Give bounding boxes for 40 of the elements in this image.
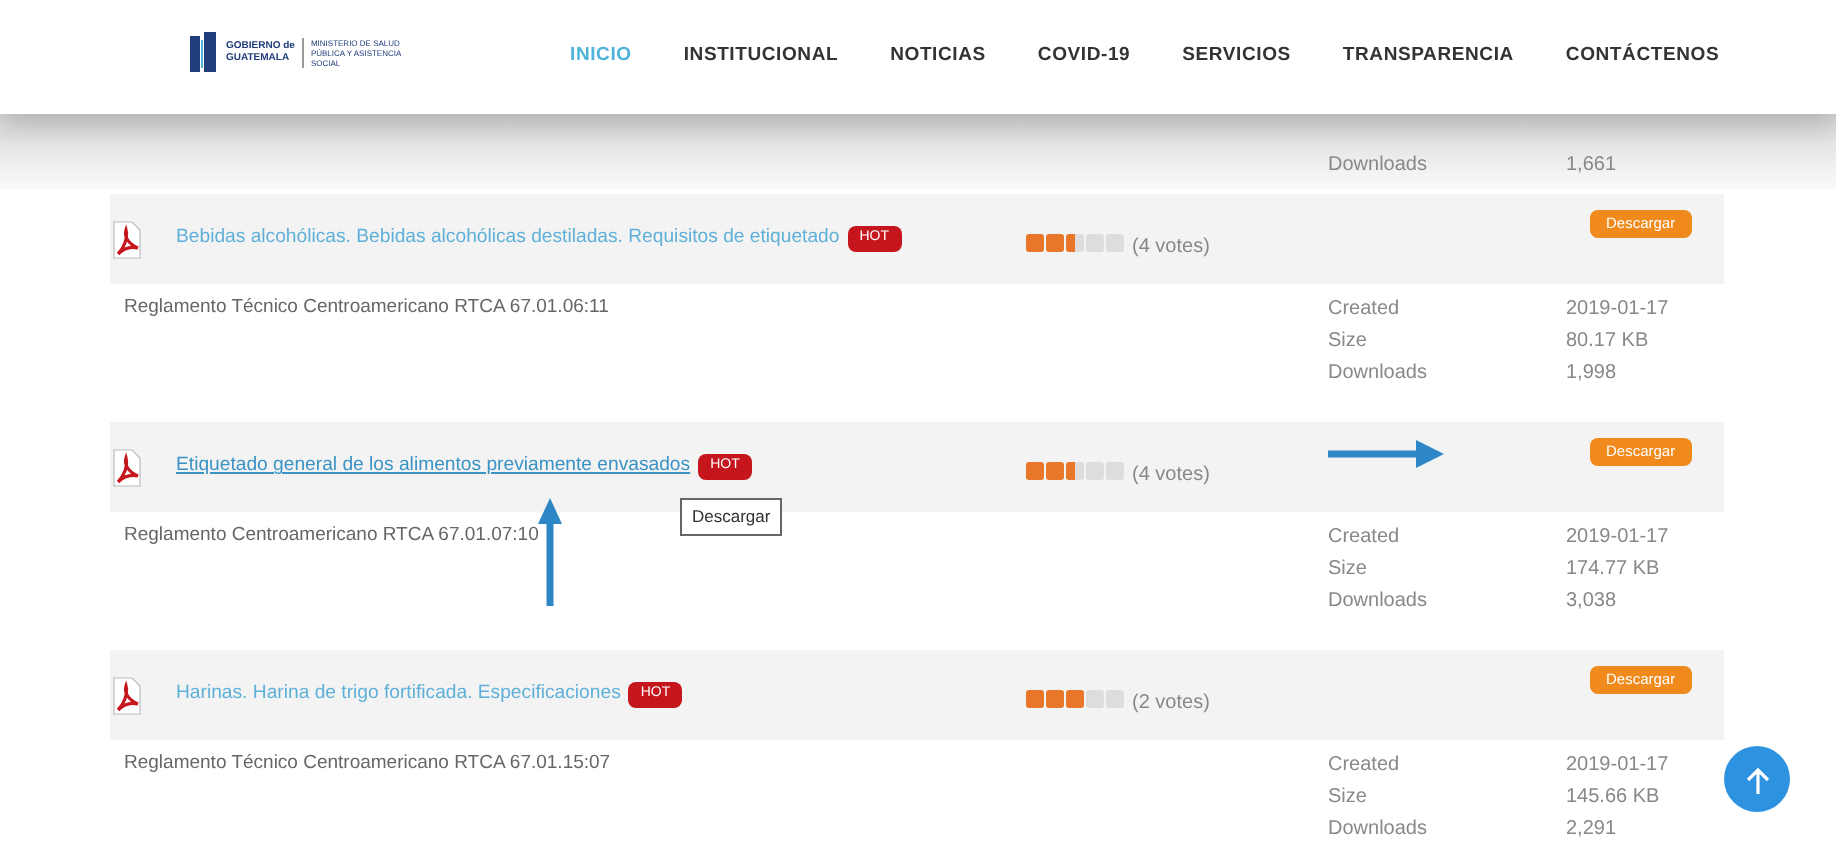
- meta-label: Size: [1328, 784, 1369, 812]
- meta-value: 2019-01-17: [1566, 752, 1669, 780]
- meta-label: Size: [1328, 328, 1369, 356]
- meta-label: Created: [1328, 524, 1402, 552]
- document-link[interactable]: Etiquetado general de los alimentos previamente envasados: [176, 452, 691, 482]
- meta-label: Created: [1328, 752, 1402, 780]
- vote-count: (4 votes): [1132, 462, 1210, 490]
- meta-label: Downloads: [1328, 816, 1429, 842]
- meta-value: 1,661: [1566, 152, 1617, 180]
- meta-value: 2019-01-17: [1566, 524, 1669, 552]
- meta-value: 145.66 KB: [1566, 784, 1660, 812]
- nav-link[interactable]: SERVICIOS: [1182, 42, 1291, 72]
- meta-value: 80.17 KB: [1566, 328, 1649, 356]
- nav-link[interactable]: TRANSPARENCIA: [1342, 42, 1514, 72]
- scroll-top-button[interactable]: [1724, 746, 1790, 812]
- nav-link[interactable]: CONTÁCTENOS: [1565, 42, 1720, 72]
- up-arrow-icon: [1745, 765, 1769, 793]
- meta-label: Size: [1328, 556, 1369, 584]
- nav-link[interactable]: INICIO: [570, 42, 632, 72]
- tooltip: Descargar: [680, 498, 783, 536]
- description: Reglamento Técnico Centroamericano RTCA 67.01.15:07: [124, 750, 611, 778]
- flag-icon: [190, 32, 218, 72]
- nav-link[interactable]: COVID-19: [1037, 42, 1131, 72]
- description: Reglamento Técnico Centroamericano RTCA 67.01.06:11: [124, 294, 609, 322]
- meta-value: 3,038: [1566, 588, 1617, 616]
- meta-label: Created: [1328, 296, 1402, 324]
- meta-label: Downloads: [1328, 360, 1429, 388]
- meta-value: 2,291: [1566, 816, 1617, 842]
- meta-value: 174.77 KB: [1566, 556, 1660, 584]
- meta-value: 2019-01-17: [1566, 296, 1669, 324]
- description: Reglamento Centroamericano RTCA 67.01.07:10: [124, 522, 539, 550]
- meta-value: 1,998: [1566, 360, 1617, 388]
- meta-label: Downloads: [1328, 152, 1429, 180]
- meta-label: Downloads: [1328, 588, 1429, 616]
- vote-count: (2 votes): [1132, 690, 1210, 718]
- nav-link[interactable]: INSTITUCIONAL: [683, 42, 839, 72]
- document-link[interactable]: Harinas. Harina de trigo fortificada. Especificaciones: [176, 680, 621, 710]
- vote-count: (4 votes): [1132, 234, 1210, 262]
- nav-link[interactable]: NOTICIAS: [890, 42, 986, 72]
- document-link[interactable]: Bebidas alcohólicas. Bebidas alcohólicas destiladas. Requisitos de etiquetado: [176, 224, 840, 254]
